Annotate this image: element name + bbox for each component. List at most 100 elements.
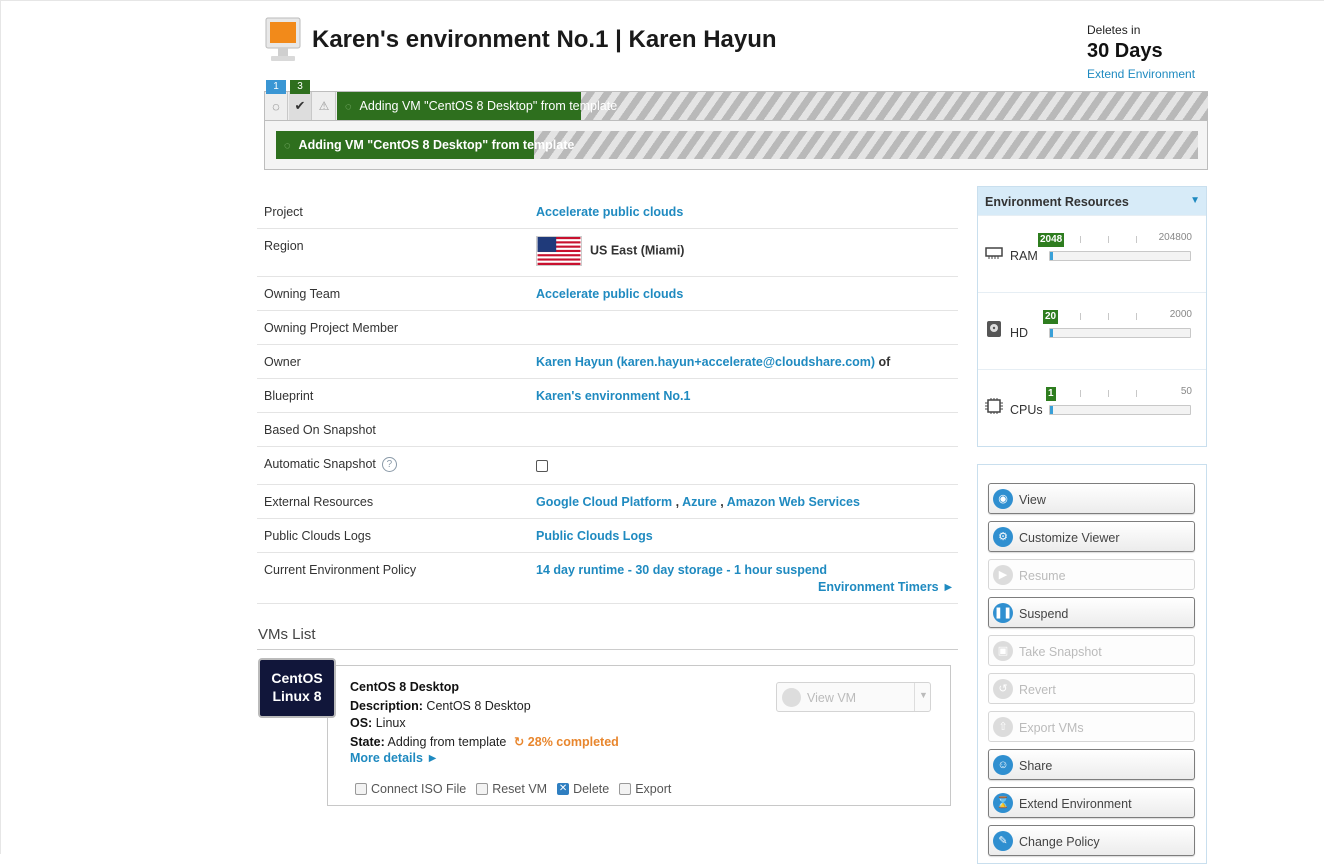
ram-max: 204800 — [1158, 232, 1192, 243]
tick — [1136, 313, 1137, 320]
auto-snapshot-checkbox-wrap — [536, 460, 548, 475]
hd-max: 2000 — [1169, 309, 1192, 320]
resume-button[interactable]: ▶ Resume — [988, 559, 1195, 590]
cpus-fill — [1050, 406, 1053, 414]
disc-icon — [355, 783, 367, 795]
detail-row-project: Project Accelerate public clouds — [257, 195, 958, 229]
vm-os: OS: Linux — [350, 716, 406, 730]
azure-link[interactable]: Azure — [682, 495, 717, 509]
vm-state: State: Adding from template ↻ 28% comple… — [350, 735, 619, 749]
policy-link[interactable]: 14 day runtime - 30 day storage - 1 hour… — [536, 563, 827, 577]
revert-icon: ↺ — [993, 679, 1013, 699]
us-flag-icon — [536, 236, 582, 266]
task-detail-progress-bar: ◌ Adding VM "CentOS 8 Desktop" from templ… — [276, 131, 1198, 159]
view-vm-button[interactable]: View VM ▼ — [776, 682, 931, 712]
environment-timers-link[interactable]: Environment Timers ► — [818, 580, 954, 594]
cpus-slider[interactable] — [1049, 405, 1191, 415]
centos-logo: CentOS Linux 8 — [258, 658, 336, 718]
play-icon: ▶ — [993, 565, 1013, 585]
ram-fill — [1050, 252, 1053, 260]
owner-value: Karen Hayun (karen.hayun+accelerate@clou… — [536, 355, 891, 369]
change-policy-button[interactable]: ✎ Change Policy — [988, 825, 1195, 856]
divider — [914, 683, 915, 711]
export-vm-button[interactable]: Export — [619, 782, 671, 796]
delete-vm-button[interactable]: ✕ Delete — [557, 782, 609, 796]
vm-actions: Connect ISO File Reset VM ✕ Delete Export — [355, 782, 671, 796]
detail-row-owning-team: Owning Team Accelerate public clouds — [257, 277, 958, 311]
take-snapshot-button[interactable]: ▣ Take Snapshot — [988, 635, 1195, 666]
connect-iso-button[interactable]: Connect ISO File — [355, 782, 466, 796]
aws-link[interactable]: Amazon Web Services — [727, 495, 860, 509]
reset-vm-button[interactable]: Reset VM — [476, 782, 547, 796]
detail-label: Owning Project Member — [264, 321, 399, 335]
detail-row-logs: Public Clouds Logs Public Clouds Logs — [257, 519, 958, 553]
environment-monitor-icon — [265, 17, 301, 61]
google-cloud-link[interactable]: Google Cloud Platform — [536, 495, 672, 509]
hard-drive-icon — [987, 321, 1001, 337]
export-vms-button[interactable]: ⇧ Export VMs — [988, 711, 1195, 742]
tick — [1108, 236, 1109, 243]
blueprint-link[interactable]: Karen's environment No.1 — [536, 389, 690, 403]
cpus-value-badge: 1 — [1046, 387, 1056, 401]
detail-label: Public Clouds Logs — [264, 529, 372, 543]
policy-icon: ✎ — [993, 831, 1013, 851]
chevron-down-icon[interactable]: ▼ — [919, 690, 928, 700]
tick — [1108, 390, 1109, 397]
detail-label: Owning Team — [264, 287, 341, 301]
completed-count-badge: 3 — [290, 80, 310, 94]
task-progress-bar: ◌ Adding VM "CentOS 8 Desktop" from templ… — [337, 92, 1208, 120]
warnings-tab[interactable]: ⚠ — [313, 92, 336, 120]
tick — [1136, 236, 1137, 243]
hd-label: HD — [1010, 326, 1029, 340]
extend-environment-link[interactable]: Extend Environment — [1087, 67, 1195, 81]
owning-team-link[interactable]: Accelerate public clouds — [536, 287, 683, 301]
suspend-button[interactable]: ❚❚ Suspend — [988, 597, 1195, 628]
detail-row-blueprint: Blueprint Karen's environment No.1 — [257, 379, 958, 413]
chevron-down-icon[interactable]: ▼ — [1190, 195, 1200, 206]
gear-icon: ⚙ — [993, 527, 1013, 547]
tick — [1136, 390, 1137, 397]
deletes-days-value: 30 Days — [1087, 40, 1163, 62]
export-icon: ⇧ — [993, 717, 1013, 737]
view-button[interactable]: ◉ View — [988, 483, 1195, 514]
extend-environment-button[interactable]: ⌛ Extend Environment — [988, 787, 1195, 818]
detail-row-policy: Current Environment Policy 14 day runtim… — [257, 553, 958, 604]
hourglass-icon: ⌛ — [993, 793, 1013, 813]
detail-row-owning-member: Owning Project Member — [257, 311, 958, 345]
detail-row-auto-snapshot: Automatic Snapshot? — [257, 447, 958, 485]
detail-row-snapshot: Based On Snapshot — [257, 413, 958, 447]
detail-label: External Resources — [264, 495, 374, 509]
customize-viewer-button[interactable]: ⚙ Customize Viewer — [988, 521, 1195, 552]
resources-header[interactable]: Environment Resources ▼ — [978, 187, 1206, 215]
completed-tasks-tab[interactable]: ✔ 3 — [289, 80, 312, 120]
help-icon[interactable]: ? — [381, 457, 397, 473]
public-clouds-logs-link[interactable]: Public Clouds Logs — [536, 529, 653, 543]
resource-row-cpus: CPUs 50 1 — [978, 369, 1206, 446]
detail-label: Current Environment Policy — [264, 563, 417, 577]
share-button[interactable]: ☺ Share — [988, 749, 1195, 780]
more-details-link[interactable]: More details ► — [350, 751, 439, 765]
revert-button[interactable]: ↺ Revert — [988, 673, 1195, 704]
ram-slider[interactable] — [1049, 251, 1191, 261]
refresh-icon: ↻ — [513, 735, 525, 749]
tick — [1080, 313, 1081, 320]
project-link[interactable]: Accelerate public clouds — [536, 205, 683, 219]
detail-row-region: Region US East (Miami) — [257, 229, 958, 277]
environment-resources-panel: Environment Resources ▼ RAM 204800 2048 … — [977, 186, 1207, 447]
eye-icon: ◉ — [993, 489, 1013, 509]
page-title: Karen's environment No.1 | Karen Hayun — [312, 26, 777, 53]
detail-label: Owner — [264, 355, 301, 369]
tick — [1108, 313, 1109, 320]
running-tasks-tab[interactable]: ◌ 1 — [265, 80, 288, 120]
tick — [1080, 236, 1081, 243]
tick — [1080, 390, 1081, 397]
hd-slider[interactable] — [1049, 328, 1191, 338]
resource-row-ram: RAM 204800 2048 — [978, 215, 1206, 292]
task-detail-panel: ◌ Adding VM "CentOS 8 Desktop" from templ… — [264, 121, 1208, 170]
reset-icon — [476, 783, 489, 795]
camera-icon: ▣ — [993, 641, 1013, 661]
owner-link[interactable]: Karen Hayun (karen.hayun+accelerate@clou… — [536, 355, 875, 369]
ram-label: RAM — [1010, 249, 1038, 263]
auto-snapshot-checkbox[interactable] — [536, 460, 548, 472]
close-icon: ✕ — [557, 783, 570, 795]
